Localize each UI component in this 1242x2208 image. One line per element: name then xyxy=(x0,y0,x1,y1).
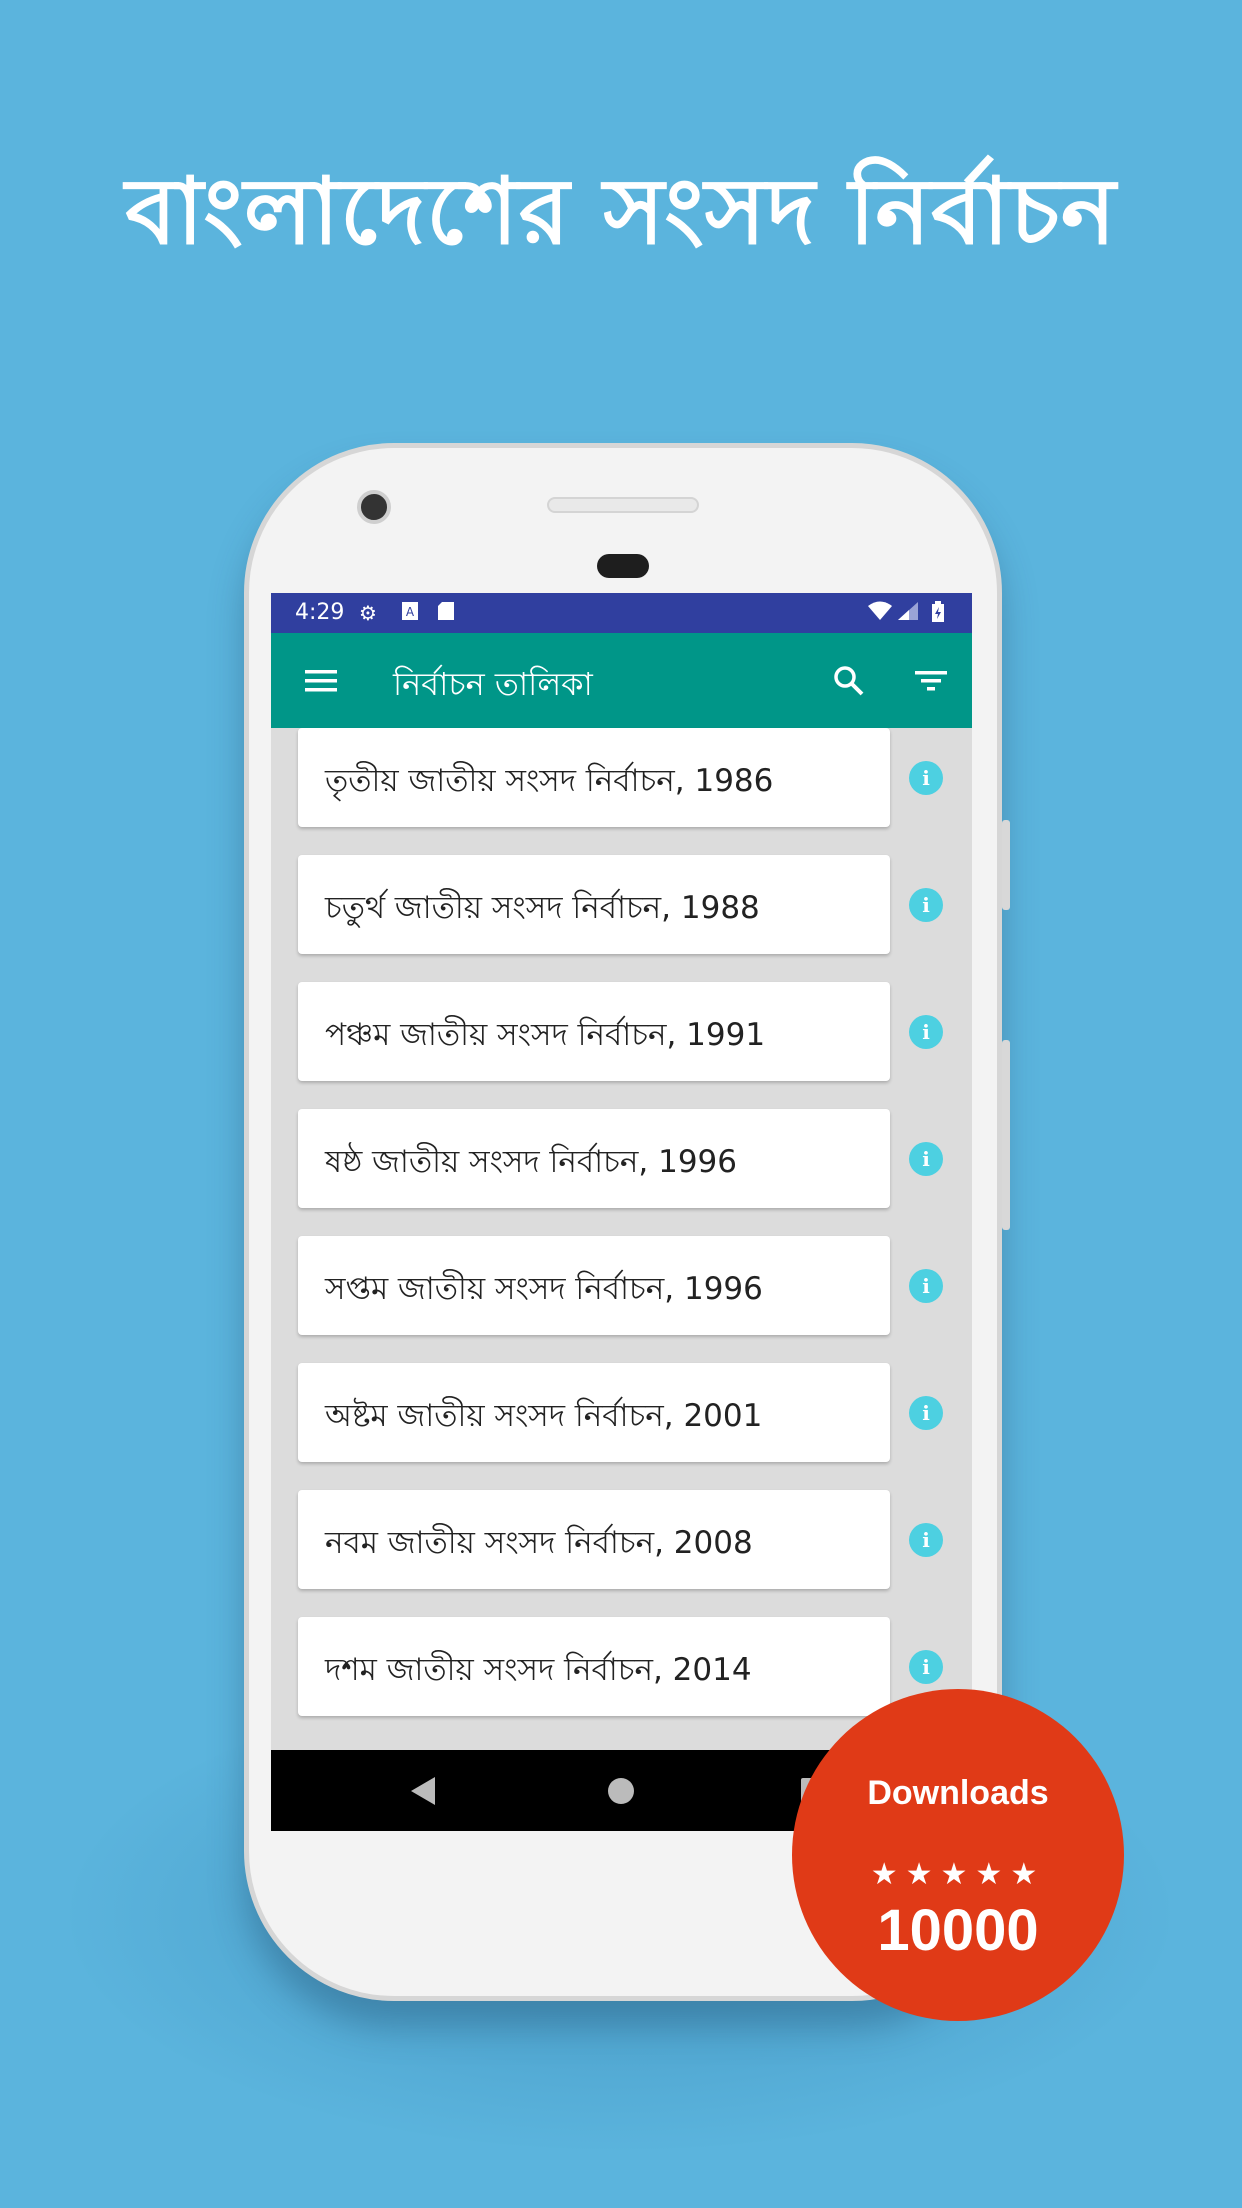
downloads-badge: Downloads ★★★★★ 10000 xyxy=(792,1689,1124,2021)
list-item: অষ্টম জাতীয় সংসদ নির্বাচন, 2001 i xyxy=(271,1363,972,1462)
list-item: পঞ্চম জাতীয় সংসদ নির্বাচন, 1991 i xyxy=(271,982,972,1081)
wifi-icon xyxy=(867,601,893,626)
info-icon[interactable]: i xyxy=(909,1015,943,1049)
info-icon[interactable]: i xyxy=(909,761,943,795)
status-bar: 4:29 ⚙ A xyxy=(271,593,972,633)
menu-icon[interactable] xyxy=(299,659,343,703)
list-item: দশম জাতীয় সংসদ নির্বাচন, 2014 i xyxy=(271,1617,972,1716)
phone-sensor xyxy=(597,554,649,578)
phone-power-button xyxy=(1002,1040,1010,1230)
election-card[interactable]: ষষ্ঠ জাতীয় সংসদ নির্বাচন, 1996 xyxy=(298,1109,890,1208)
election-card[interactable]: নবম জাতীয় সংসদ নির্বাচন, 2008 xyxy=(298,1490,890,1589)
election-label: নবম জাতীয় সংসদ নির্বাচন, 2008 xyxy=(325,1525,753,1561)
info-icon[interactable]: i xyxy=(909,1650,943,1684)
election-card[interactable]: সপ্তম জাতীয় সংসদ নির্বাচন, 1996 xyxy=(298,1236,890,1335)
info-icon[interactable]: i xyxy=(909,1523,943,1557)
info-icon[interactable]: i xyxy=(909,1269,943,1303)
election-card[interactable]: দশম জাতীয় সংসদ নির্বাচন, 2014 xyxy=(298,1617,890,1716)
back-icon[interactable] xyxy=(411,1777,435,1805)
election-label: সপ্তম জাতীয় সংসদ নির্বাচন, 1996 xyxy=(325,1271,763,1307)
a-box-icon: A xyxy=(401,601,419,626)
election-label: অষ্টম জাতীয় সংসদ নির্বাচন, 2001 xyxy=(325,1398,763,1434)
phone-volume-button xyxy=(1002,820,1010,910)
search-icon[interactable] xyxy=(827,659,871,703)
app-bar: নির্বাচন তালিকা xyxy=(271,633,972,728)
info-icon[interactable]: i xyxy=(909,1396,943,1430)
app-bar-title: নির্বাচন তালিকা xyxy=(393,665,593,703)
election-label: চতুর্থ জাতীয় সংসদ নির্বাচন, 1988 xyxy=(325,890,760,926)
home-icon[interactable] xyxy=(608,1778,634,1804)
info-icon[interactable]: i xyxy=(909,888,943,922)
list-item: ষষ্ঠ জাতীয় সংসদ নির্বাচন, 1996 i xyxy=(271,1109,972,1208)
election-card[interactable]: পঞ্চম জাতীয় সংসদ নির্বাচন, 1991 xyxy=(298,982,890,1081)
election-card[interactable]: চতুর্থ জাতীয় সংসদ নির্বাচন, 1988 xyxy=(298,855,890,954)
phone-camera xyxy=(357,490,391,524)
headline: বাংলাদেশের সংসদ নির্বাচন xyxy=(125,158,1117,265)
battery-icon xyxy=(931,601,945,628)
info-icon[interactable]: i xyxy=(909,1142,943,1176)
svg-text:A: A xyxy=(406,605,415,619)
status-time: 4:29 xyxy=(295,600,345,625)
election-card[interactable]: তৃতীয় জাতীয় সংসদ নির্বাচন, 1986 xyxy=(298,728,890,827)
list-item: সপ্তম জাতীয় সংসদ নির্বাচন, 1996 i xyxy=(271,1236,972,1335)
election-label: তৃতীয় জাতীয় সংসদ নির্বাচন, 1986 xyxy=(325,763,774,799)
list-item: চতুর্থ জাতীয় সংসদ নির্বাচন, 1988 i xyxy=(271,855,972,954)
phone-screen: 4:29 ⚙ A নির্বাচন তালিকা তৃতীয় জাতীয় স… xyxy=(271,593,972,1831)
downloads-label: Downloads xyxy=(867,1774,1049,1812)
election-card[interactable]: অষ্টম জাতীয় সংসদ নির্বাচন, 2001 xyxy=(298,1363,890,1462)
list-item: নবম জাতীয় সংসদ নির্বাচন, 2008 i xyxy=(271,1490,972,1589)
gear-icon: ⚙ xyxy=(359,601,377,625)
downloads-count: 10000 xyxy=(877,1898,1039,1963)
election-label: পঞ্চম জাতীয় সংসদ নির্বাচন, 1991 xyxy=(325,1017,766,1053)
election-label: ষষ্ঠ জাতীয় সংসদ নির্বাচন, 1996 xyxy=(325,1144,737,1180)
list-item: তৃতীয় জাতীয় সংসদ নির্বাচন, 1986 i xyxy=(271,728,972,827)
election-label: দশম জাতীয় সংসদ নির্বাচন, 2014 xyxy=(325,1652,752,1688)
sd-card-icon xyxy=(437,601,455,626)
filter-icon[interactable] xyxy=(909,659,953,703)
phone-speaker xyxy=(547,497,699,513)
rating-stars: ★★★★★ xyxy=(870,1858,1046,1891)
signal-icon xyxy=(897,601,919,626)
